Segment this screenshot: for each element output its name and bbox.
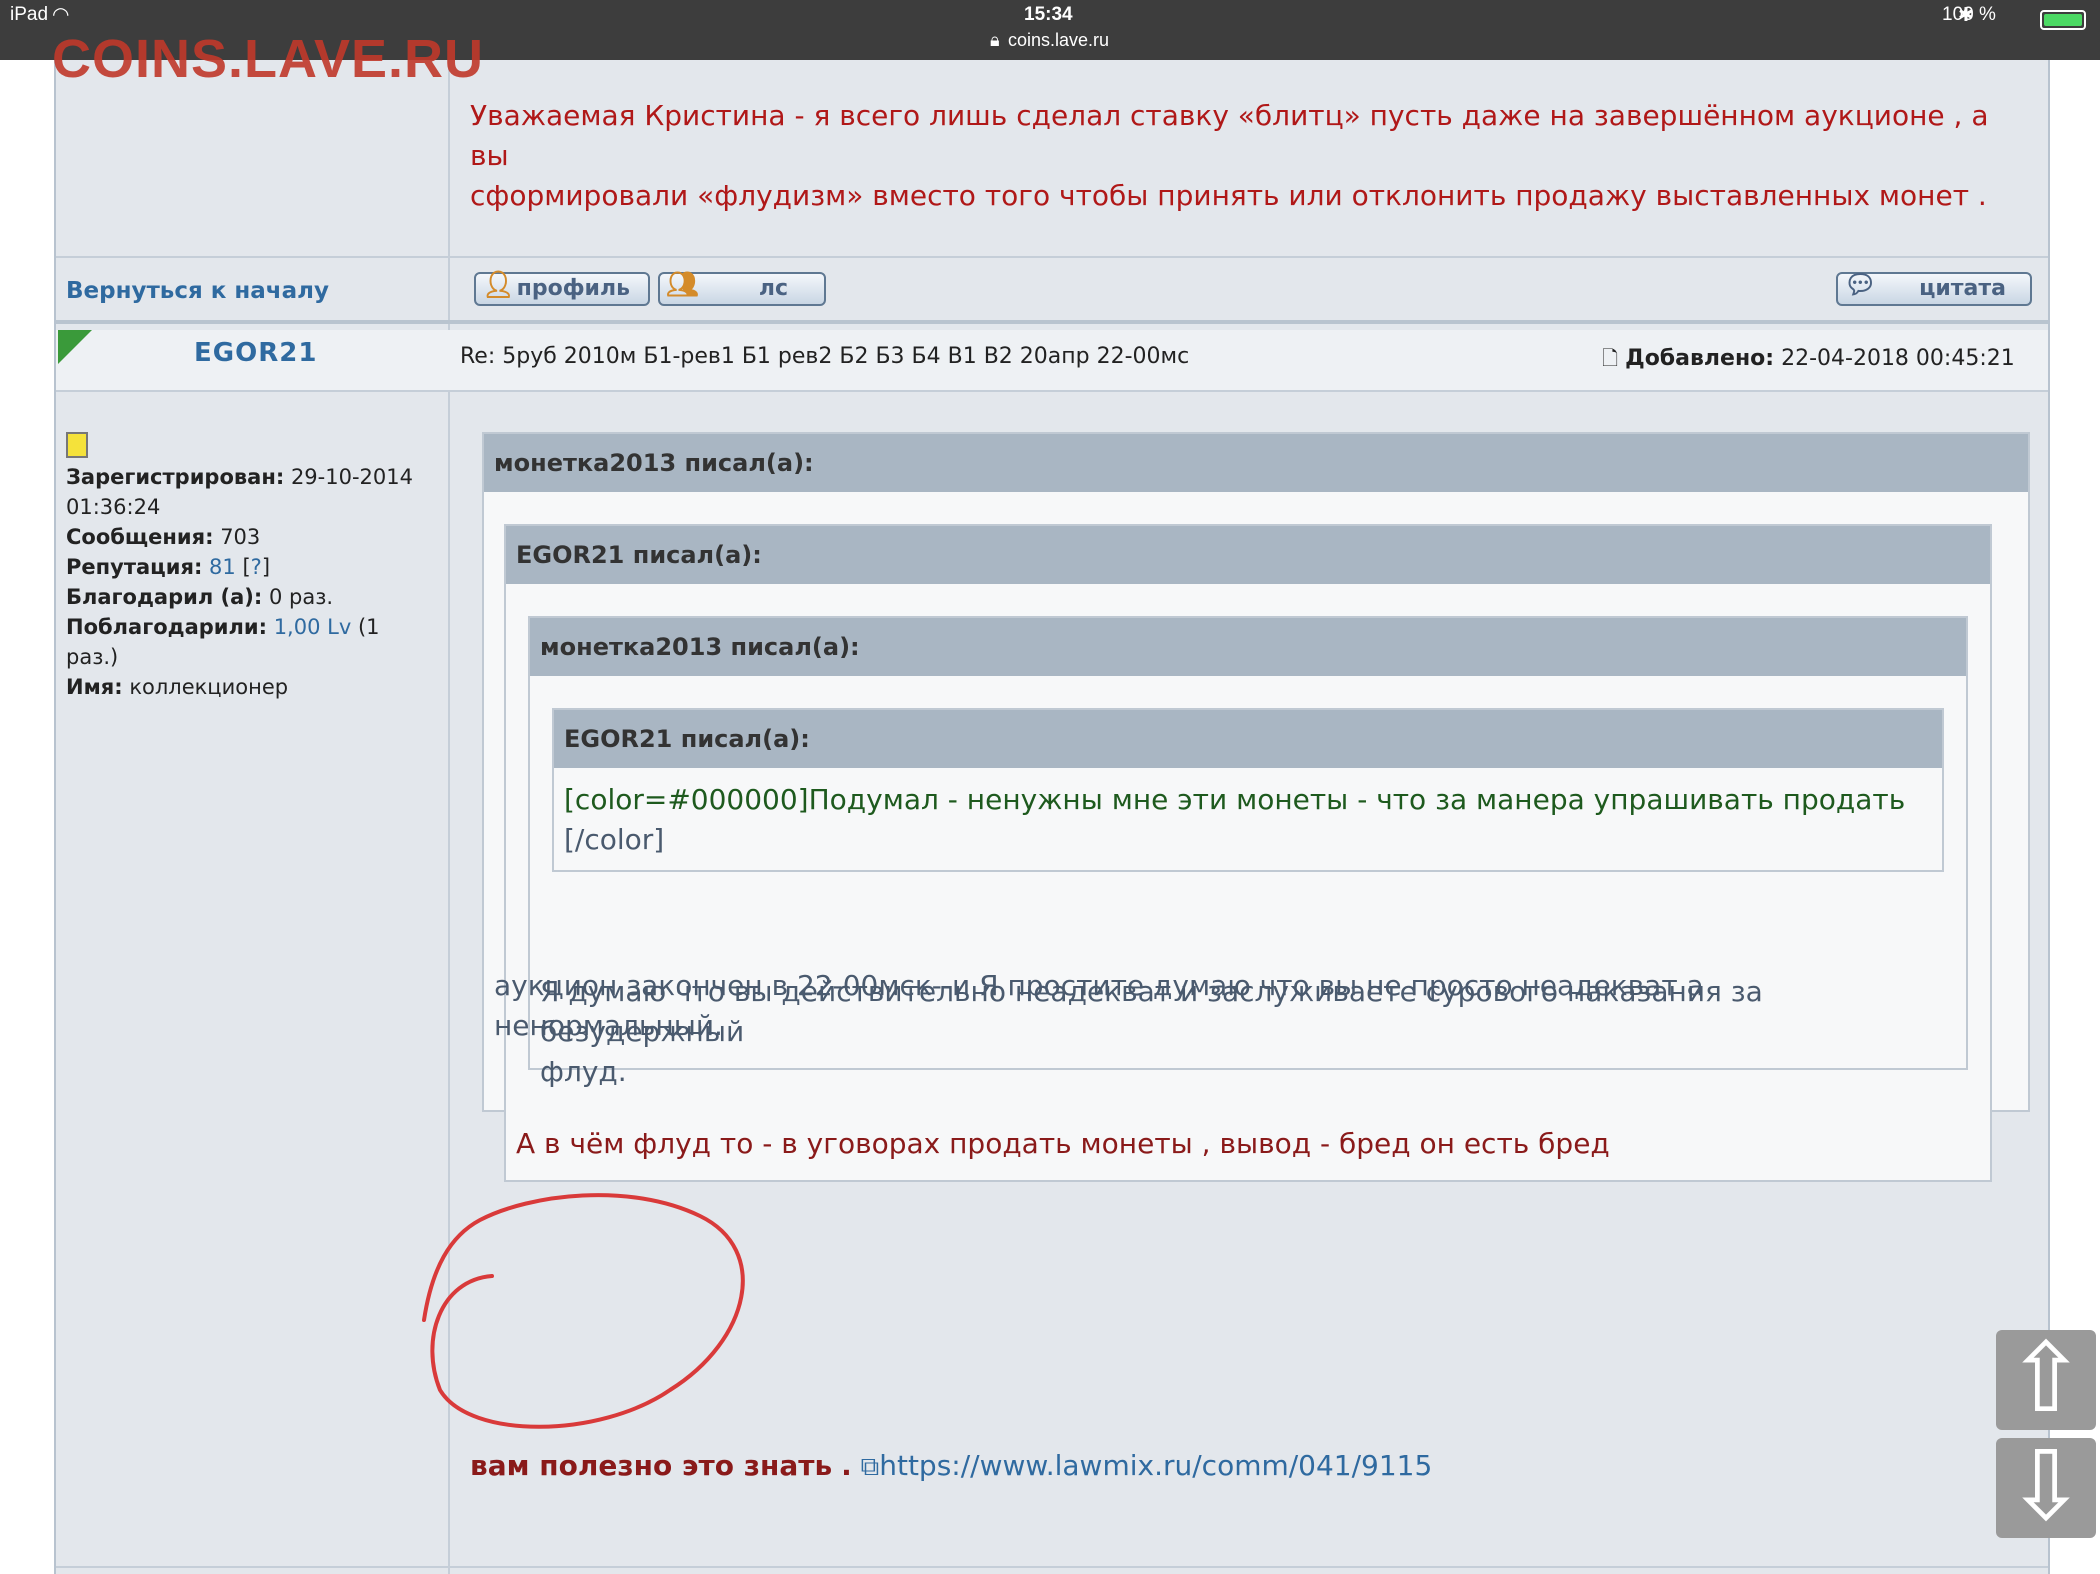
pm-button-label: лс xyxy=(758,276,788,301)
added-value: 22-04-2018 00:45:21 xyxy=(1781,346,2015,371)
author-profile: Зарегистрирован: 29-10-2014 01:36:24 Соо… xyxy=(66,432,436,702)
messages-value: 703 xyxy=(220,525,261,549)
quote-text-line: аукцион закончен в 22-00мск--и Я простит… xyxy=(494,969,1704,1002)
divider xyxy=(56,256,2048,258)
name-row: Имя: коллекционер xyxy=(66,672,436,702)
post-separator xyxy=(56,320,2048,324)
external-link-icon: ⧉ xyxy=(860,1452,880,1482)
post-header-row: EGOR21 Re: 5руб 2010м Б1-рев1 Б1 рев2 Б2… xyxy=(56,330,2048,390)
post-subject[interactable]: Re: 5руб 2010м Б1-рев1 Б1 рев2 Б2 Б3 Б4 … xyxy=(460,344,1189,369)
registered-row: Зарегистрирован: 29-10-2014 xyxy=(66,462,436,492)
users-icon: 👥︎ xyxy=(666,270,700,300)
quote-text-line: [color=#000000]Подумал - ненужны мне эти… xyxy=(564,783,1906,816)
battery-icon xyxy=(2040,10,2086,30)
quote-header: монетка2013 писал(а): xyxy=(484,434,2028,492)
reputation-help-link[interactable]: ? xyxy=(251,555,262,579)
profile-button[interactable]: 👤︎ профиль xyxy=(474,270,650,306)
registered-time: 01:36:24 xyxy=(66,495,161,519)
got-thanks-value-link[interactable]: 1,00 Lv xyxy=(274,615,352,639)
previous-post-text: Уважаемая Кристина - я всего лишь сделал… xyxy=(470,96,2030,216)
lock-icon: 🔒︎ xyxy=(990,30,1000,50)
name-label: Имя: xyxy=(66,675,123,699)
thanked-row: Благодарил (а): 0 раз. xyxy=(66,582,436,612)
external-link[interactable]: https://www.lawmix.ru/comm/041/9115 xyxy=(879,1449,1432,1482)
wifi-icon: ◠ xyxy=(52,4,70,26)
got-thanks-row: Поблагодарили: 1,00 Lv (1 xyxy=(66,612,436,642)
arrow-down-icon: ⇩ xyxy=(2005,1430,2087,1542)
site-watermark: COINS.LAVE.RU xyxy=(52,29,485,89)
quote-text-line: ненормальный. xyxy=(494,1009,723,1042)
got-thanks-count: (1 xyxy=(357,615,380,639)
back-to-top-link[interactable]: Вернуться к началу xyxy=(66,278,329,304)
reputation-bracket-close: ] xyxy=(261,555,271,579)
thanked-value: 0 раз. xyxy=(268,585,334,609)
signature-text: вам полезно это знать xyxy=(470,1449,833,1482)
messages-row: Сообщения: 703 xyxy=(66,522,436,552)
divider xyxy=(56,390,2048,392)
quote-block-level-4: EGOR21 писал(а): [color=#000000]Подумал … xyxy=(552,708,1944,872)
arrow-up-icon: ⇧ xyxy=(2005,1322,2087,1434)
got-thanks-label: Поблагодарили: xyxy=(66,615,267,639)
quote-button-label: цитата xyxy=(1919,276,2006,301)
quote-button[interactable]: 💬︎ цитата xyxy=(1836,270,2032,306)
post-signature: вам полезно это знать . ⧉https://www.law… xyxy=(470,1446,1432,1487)
rank-icon xyxy=(66,432,88,458)
added-label: Добавлено: xyxy=(1625,346,1775,371)
reputation-bracket-open: [ xyxy=(242,555,251,579)
got-thanks-count-cont: раз.) xyxy=(66,645,119,669)
previous-post-line-1: Уважаемая Кристина - я всего лишь сделал… xyxy=(470,99,1989,172)
previous-post-line-2: сформировали «флудизм» вместо того чтобы… xyxy=(470,179,1987,212)
quote-header: монетка2013 писал(а): xyxy=(530,618,1966,676)
divider xyxy=(56,1566,2048,1568)
registered-label: Зарегистрирован: xyxy=(66,465,285,489)
quote-text: А в чём флуд то - в уговорах продать мон… xyxy=(516,1127,1610,1160)
private-message-button[interactable]: 👥︎ лс xyxy=(658,270,826,306)
post-date: 🗋︎ Добавлено: 22-04-2018 00:45:21 xyxy=(1602,344,2015,378)
messages-label: Сообщения: xyxy=(66,525,214,549)
user-icon: 👤︎ xyxy=(482,270,516,300)
reputation-row: Репутация: 81 [?] xyxy=(66,552,436,582)
signature-dot: . xyxy=(841,1449,852,1482)
quote-header: EGOR21 писал(а): xyxy=(506,526,1990,584)
reputation-label: Репутация: xyxy=(66,555,203,579)
profile-button-label: профиль xyxy=(516,276,630,301)
quote-text: аукцион закончен в 22-00мск--и Я простит… xyxy=(494,966,1704,1046)
quote-block-level-2: EGOR21 писал(а): монетка2013 писал(а): E… xyxy=(504,524,1992,1182)
clock: 15:34 xyxy=(1024,4,1073,25)
scroll-down-button[interactable]: ⇩ xyxy=(1996,1438,2096,1538)
post-author[interactable]: EGOR21 xyxy=(194,338,317,368)
quote-text-line: флуд. xyxy=(540,1055,627,1088)
forum-thread: Уважаемая Кристина - я всего лишь сделал… xyxy=(54,60,2050,1574)
quote-text-line: [/color] xyxy=(564,823,665,856)
speech-bubble-icon: 💬︎ xyxy=(1844,270,1878,300)
document-icon: 🗋︎ xyxy=(1602,346,1619,370)
scroll-up-button[interactable]: ⇧ xyxy=(1996,1330,2096,1430)
quote-header: EGOR21 писал(а): xyxy=(554,710,1942,768)
address-bar-url[interactable]: coins.lave.ru xyxy=(1008,30,1109,51)
thanked-label: Благодарил (а): xyxy=(66,585,263,609)
annotation-circle xyxy=(422,1193,745,1429)
reputation-value-link[interactable]: 81 xyxy=(209,555,236,579)
new-post-marker-icon xyxy=(58,330,92,364)
quote-text: [color=#000000]Подумал - ненужны мне эти… xyxy=(564,780,1905,860)
name-value: коллекционер xyxy=(129,675,289,699)
device-name: iPad xyxy=(10,4,49,25)
registered-date: 29-10-2014 xyxy=(290,465,413,489)
battery-percent: 100 % xyxy=(1942,4,1996,25)
